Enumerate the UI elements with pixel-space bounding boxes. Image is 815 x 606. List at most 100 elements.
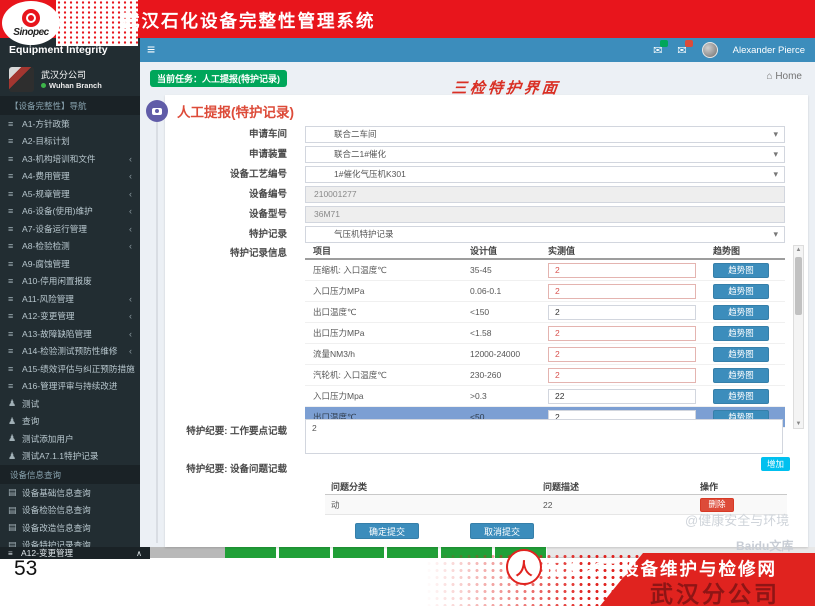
sidebar-section-header: 【设备完整性】导航 xyxy=(0,96,140,115)
worknotes-textarea[interactable]: 2 xyxy=(305,419,783,454)
sidebar-item[interactable]: ≡ A15-绩效评估与纠正预防措施 xyxy=(0,360,140,378)
sidebar-item-label: A12-变更管理 xyxy=(22,311,75,322)
messages-badge xyxy=(660,39,669,47)
table-row[interactable]: 压缩机: 入口温度℃ 35-45 2 趋势图 xyxy=(305,260,785,281)
form-row: 设备编号 210001277 ▾ xyxy=(165,185,808,205)
trend-chart-button[interactable]: 趋势图 xyxy=(713,304,769,320)
field-control[interactable]: 联合二1#催化 ▾ xyxy=(305,146,785,163)
cell-item: 出口温度℃ xyxy=(313,307,357,317)
table-row[interactable]: 汽轮机: 入口温度℃ 230-260 2 趋势图 xyxy=(305,365,785,386)
navbar-right: ✉ ✉ Alexander Pierce xyxy=(653,38,805,62)
sidebar-item-label: A6-设备(使用)维护 xyxy=(22,206,93,217)
sidebar-item[interactable]: ≡ A2-目标计划 xyxy=(0,133,140,151)
messages-icon[interactable]: ✉ xyxy=(653,39,669,57)
cell-design-value: <1.58 xyxy=(470,328,492,338)
sidebar-item[interactable]: ≡ A3-机构培训和文件 ‹ xyxy=(0,150,140,168)
field-control[interactable]: 联合二车间 ▾ xyxy=(305,126,785,143)
add-button[interactable]: 增加 xyxy=(761,457,790,471)
submit-button[interactable]: 确定提交 xyxy=(355,523,419,539)
col-header-trend: 趋势图 xyxy=(713,246,741,256)
sidebar-item[interactable]: ≡ A14-检验测试预防性维修 ‹ xyxy=(0,343,140,361)
notifications-icon[interactable]: ✉ xyxy=(677,39,693,57)
sidebar-item-label: A3-机构培训和文件 xyxy=(22,153,96,164)
menu-item-icon: ≡ xyxy=(8,153,14,164)
col-header-description: 问题描述 xyxy=(543,482,580,492)
sidebar-item-label: A15-绩效评估与纠正预防措施 xyxy=(22,363,135,374)
sidebar-item[interactable]: ▤ 设备基础信息查询 xyxy=(0,484,140,502)
field-control[interactable]: 36M71 ▾ xyxy=(305,206,785,223)
measured-value-input[interactable]: 22 xyxy=(548,388,696,404)
trend-chart-button[interactable]: 趋势图 xyxy=(713,262,769,278)
sidebar-item[interactable]: ≡ A6-设备(使用)维护 ‹ xyxy=(0,203,140,221)
sidebar-item-label: A9-腐蚀管理 xyxy=(22,258,70,269)
sidebar-query-menu: ▤ 设备基础信息查询 ▤ 设备检验信息查询 ▤ 设备改造信息查询 ▤ 设备特护记… xyxy=(0,484,140,554)
sidebar-item[interactable]: ♟ 测试添加用户 xyxy=(0,430,140,448)
field-control[interactable]: 210001277 ▾ xyxy=(305,186,785,203)
table-row[interactable]: 入口压力Mpa >0.3 22 趋势图 xyxy=(305,386,785,407)
menu-item-icon: ≡ xyxy=(8,346,14,357)
cell-category: 动 xyxy=(331,499,340,510)
sidebar-item-label: 测试A7.1.1特护记录 xyxy=(22,451,99,462)
measured-value-input[interactable]: 2 xyxy=(548,346,696,362)
trend-chart-button[interactable]: 趋势图 xyxy=(713,283,769,299)
list-icon: ▤ xyxy=(8,504,17,515)
sidebar-toggle-icon[interactable]: ≡ xyxy=(147,38,155,62)
table-scrollbar[interactable]: ▲ ▼ xyxy=(793,245,804,429)
menu-item-icon: ≡ xyxy=(8,293,14,304)
measured-value-input[interactable]: 2 xyxy=(548,304,696,320)
sidebar-item[interactable]: ≡ A7-设备运行管理 ‹ xyxy=(0,220,140,238)
sidebar-item-collapsed[interactable]: ≡ A12-变更管理 ∧ xyxy=(0,547,150,559)
scroll-down-icon[interactable]: ▼ xyxy=(794,421,803,427)
trend-chart-button[interactable]: 趋势图 xyxy=(713,346,769,362)
user-menu[interactable]: Alexander Pierce xyxy=(733,45,805,56)
trend-chart-button[interactable]: 趋势图 xyxy=(713,325,769,341)
table-row[interactable]: 入口压力MPa 0.06-0.1 2 趋势图 xyxy=(305,281,785,302)
sidebar-item[interactable]: ♟ 查询 xyxy=(0,413,140,431)
home-icon: ⌂ xyxy=(766,71,773,82)
field-control[interactable]: 1#催化气压机K301 ▾ xyxy=(305,166,785,183)
sidebar-item[interactable]: ≡ A10-停用闲置报废 xyxy=(0,273,140,291)
scroll-up-icon[interactable]: ▲ xyxy=(794,247,803,253)
sidebar-item-label: A11-风险管理 xyxy=(22,293,74,304)
cell-design-value: 0.06-0.1 xyxy=(470,286,502,296)
sidebar-item[interactable]: ≡ A5-规章管理 ‹ xyxy=(0,185,140,203)
cancel-button[interactable]: 取消提交 xyxy=(470,523,534,539)
sidebar-user-panel: 武汉分公司 Wuhan Branch xyxy=(0,62,140,96)
main-content: 当前任务：人工提报(特护记录) 三检特护界面 ⌂ Home 自2016/6/8 … xyxy=(140,62,815,547)
menu-item-icon: ≡ xyxy=(8,311,14,322)
measured-value-input[interactable]: 2 xyxy=(548,283,696,299)
trend-chart-button[interactable]: 趋势图 xyxy=(713,388,769,404)
table-row[interactable]: 出口温度℃ <150 2 趋势图 xyxy=(305,302,785,323)
sidebar-item[interactable]: ≡ A11-风险管理 ‹ xyxy=(0,290,140,308)
measured-value-input[interactable]: 2 xyxy=(548,325,696,341)
measured-value-input[interactable]: 2 xyxy=(548,367,696,383)
field-label: 设备编号 xyxy=(248,189,287,200)
cell-design-value: <150 xyxy=(470,307,490,317)
trend-chart-button[interactable]: 趋势图 xyxy=(713,367,769,383)
sidebar-item[interactable]: ≡ A1-方针政策 xyxy=(0,115,140,133)
sidebar-item[interactable]: ▤ 设备检验信息查询 xyxy=(0,502,140,520)
cell-item: 流量NM3/h xyxy=(313,349,356,359)
menu-item-icon: ≡ xyxy=(8,241,14,252)
cell-design-value: 35-45 xyxy=(470,265,492,275)
sidebar-item[interactable]: ≡ A8-检验检测 ‹ xyxy=(0,238,140,256)
record-table-label: 特护记录信息 xyxy=(229,248,287,259)
sidebar-item[interactable]: ≡ A13-故障缺陷管理 ‹ xyxy=(0,325,140,343)
camera-icon xyxy=(146,100,168,122)
scrollbar-thumb[interactable] xyxy=(795,257,802,315)
footer-site-name: 石油化工设备维护与检修网 xyxy=(543,559,777,579)
sidebar-item[interactable]: ≡ A4-费用管理 ‹ xyxy=(0,168,140,186)
breadcrumb-home[interactable]: ⌂ Home xyxy=(766,71,802,82)
field-control[interactable]: 气压机特护记录 ▾ xyxy=(305,226,785,243)
sidebar-item[interactable]: ♟ 测试A7.1.1特护记录 xyxy=(0,448,140,466)
user-avatar[interactable] xyxy=(701,42,718,58)
cell-description: 22 xyxy=(543,499,553,510)
measured-value-input[interactable]: 2 xyxy=(548,262,696,278)
sidebar-item[interactable]: ≡ A9-腐蚀管理 xyxy=(0,255,140,273)
sidebar-item[interactable]: ▤ 设备改造信息查询 xyxy=(0,519,140,537)
sidebar-item[interactable]: ≡ A12-变更管理 ‹ xyxy=(0,308,140,326)
table-row[interactable]: 出口压力MPa <1.58 2 趋势图 xyxy=(305,323,785,344)
sidebar-item[interactable]: ♟ 测试 xyxy=(0,395,140,413)
sidebar-item[interactable]: ≡ A16-管理评审与持续改进 xyxy=(0,378,140,396)
table-row[interactable]: 流量NM3/h 12000-24000 2 趋势图 xyxy=(305,344,785,365)
